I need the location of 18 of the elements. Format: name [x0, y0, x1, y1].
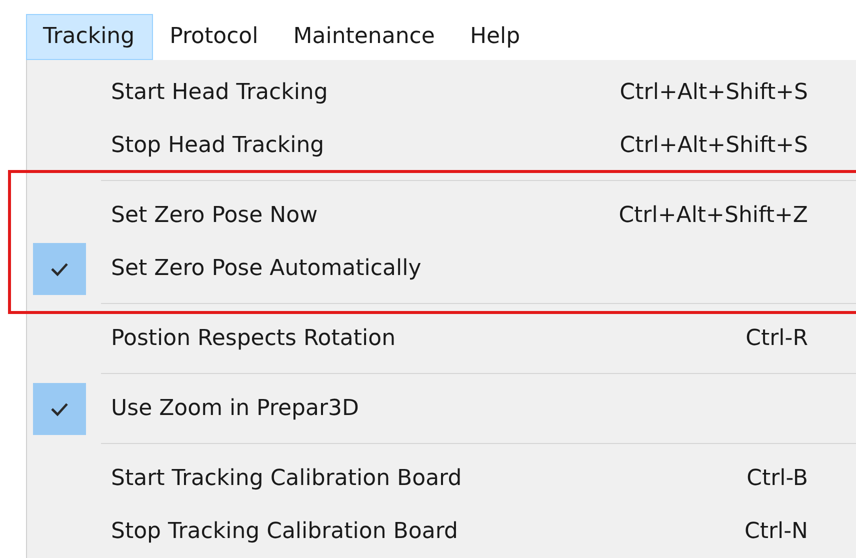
menu-item[interactable]: Postion Respects Rotation — [101, 326, 746, 351]
menu-item[interactable]: Start Head Tracking — [101, 80, 620, 105]
shortcut-text: Ctrl+Alt+Shift+S — [620, 80, 809, 105]
menu-item[interactable]: Set Zero Pose Now — [101, 203, 619, 228]
menu-bar-item[interactable]: Maintenance — [276, 14, 453, 60]
menu-item[interactable]: Stop Tracking Calibration Board — [101, 519, 744, 544]
menu-item[interactable]: Set Zero Pose Automatically — [101, 256, 856, 281]
shortcut-text: Ctrl-N — [744, 519, 809, 544]
menu-item[interactable]: Start Tracking Calibration Board — [101, 466, 747, 491]
shortcut-text: Ctrl-R — [746, 326, 809, 351]
shortcut-text: Ctrl-B — [746, 466, 809, 491]
menu-bar-item[interactable]: Protocol — [152, 14, 276, 60]
shortcut-text: Ctrl+Alt+Shift+S — [620, 133, 809, 158]
menu-bar-item[interactable]: Help — [452, 14, 538, 60]
menu-item[interactable]: Use Zoom in Prepar3D — [101, 396, 856, 421]
menu-bar-item[interactable]: Tracking — [26, 14, 153, 60]
menu-item[interactable]: Stop Head Tracking — [101, 133, 620, 158]
shortcut-text: Ctrl+Alt+Shift+Z — [618, 203, 809, 228]
